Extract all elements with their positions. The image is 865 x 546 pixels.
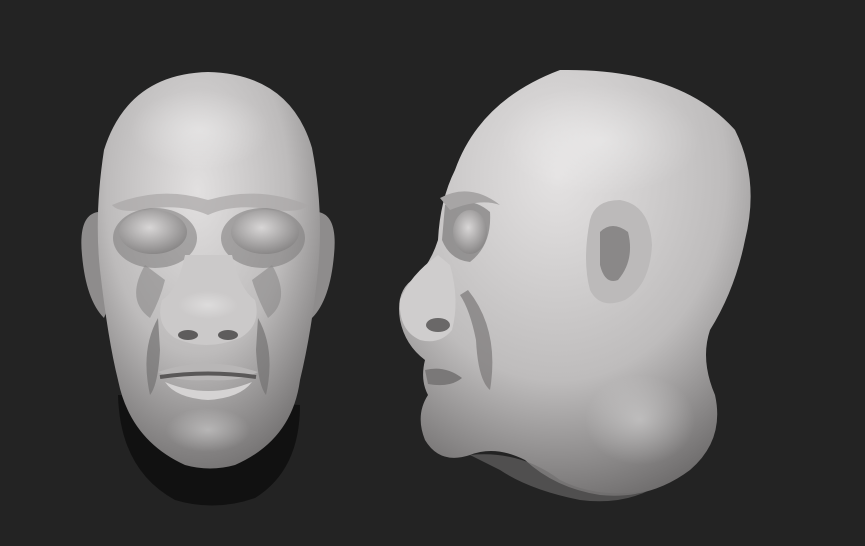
- side-head-model: [399, 69, 751, 502]
- front-left-eyeball: [119, 210, 187, 254]
- sculpt-viewport[interactable]: [0, 0, 865, 546]
- front-head-model: [81, 72, 335, 506]
- side-neck-highlight: [585, 375, 695, 465]
- front-left-nostril: [178, 330, 198, 340]
- render-canvas: [81, 69, 751, 506]
- front-forehead-highlight: [130, 90, 270, 170]
- front-nose-tip-highlight: [178, 291, 238, 319]
- front-right-eyeball: [231, 210, 299, 254]
- side-eyeball: [453, 210, 487, 254]
- front-chin-highlight: [166, 408, 250, 452]
- side-nostril: [426, 318, 450, 332]
- side-cranium-highlight: [500, 85, 700, 195]
- front-right-nostril: [218, 330, 238, 340]
